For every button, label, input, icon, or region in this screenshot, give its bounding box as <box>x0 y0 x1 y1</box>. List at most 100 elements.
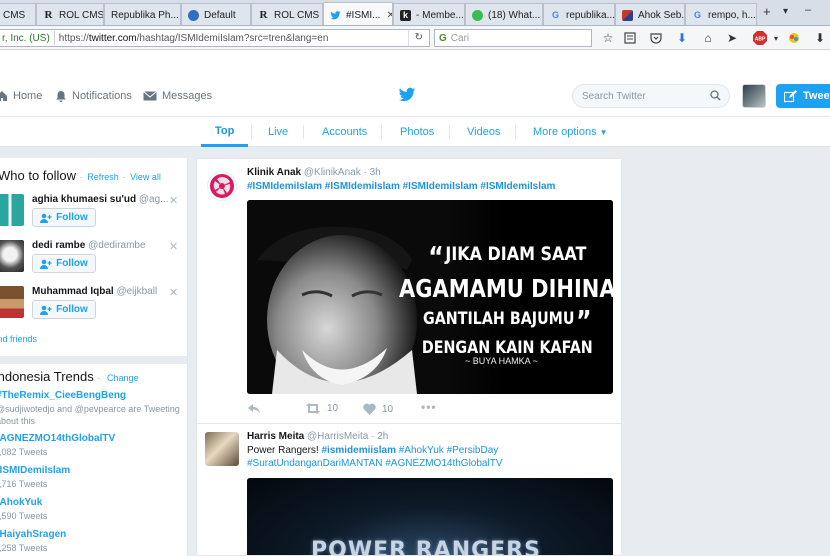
tab-more-options[interactable]: More options ▼ <box>533 117 608 147</box>
browser-search-input[interactable]: G Cari <box>434 29 592 47</box>
new-tab-icon[interactable]: + <box>763 4 771 19</box>
avatar[interactable] <box>0 194 24 226</box>
browser-tab[interactable]: Ahok Seb... <box>615 3 685 25</box>
profile-avatar[interactable] <box>742 84 766 108</box>
hashtag-link[interactable]: #AhokYuk <box>399 445 444 456</box>
reading-list-icon[interactable] <box>622 30 638 46</box>
avatar[interactable] <box>0 240 24 272</box>
who-to-follow-header: Who to follow · Refresh · View all <box>0 168 161 183</box>
overflow-download-icon[interactable]: ⬇ <box>812 30 828 46</box>
suggested-user-name[interactable]: aghia khumaesi su'ud @ag... <box>32 194 168 205</box>
url-bar[interactable]: r, Inc. (US) https://twitter.com/hashtag… <box>0 29 430 47</box>
home-icon[interactable]: ⌂ <box>700 30 716 46</box>
tweet-image[interactable]: POWER RANGERS <box>247 478 613 555</box>
trend-name[interactable]: #ISMIDemiIslam <box>0 465 70 476</box>
tab-videos[interactable]: Videos <box>467 117 500 147</box>
download-icon[interactable]: ⬇ <box>674 30 690 46</box>
bookmark-star-icon[interactable]: ☆ <box>600 30 616 46</box>
trend-name[interactable]: #HaiyahSragen <box>0 529 66 540</box>
browser-tab[interactable]: R ROL CMS <box>36 3 104 25</box>
search-icon[interactable] <box>710 90 721 104</box>
quote-author: ~ BUYA HAMKA ~ <box>465 356 538 366</box>
nav-notifications[interactable]: Notifications <box>55 77 132 115</box>
tweet-timestamp[interactable]: 3h <box>370 167 381 178</box>
reply-button[interactable] <box>247 403 267 414</box>
browser-tab[interactable]: CMS <box>0 3 36 25</box>
send-arrow-icon[interactable]: ➤ <box>724 30 740 46</box>
browser-tab-active[interactable]: #ISMI... ✕ <box>323 2 393 25</box>
trend-item[interactable]: #AGNEZMO14thGlobalTV 6,082 Tweets <box>0 433 115 458</box>
tweet[interactable]: Klinik Anak @KlinikAnak · 3h #ISMIdemiIs… <box>197 159 621 421</box>
add-user-icon <box>40 259 52 269</box>
avatar[interactable] <box>205 432 239 466</box>
avatar[interactable] <box>0 286 24 318</box>
retweet-button[interactable]: 10 <box>305 403 338 414</box>
extension-icon[interactable] <box>786 30 802 46</box>
hashtag-link[interactable]: #ISMIdemiIslam #ISMIdemiIslam #ISMIdemiI… <box>247 181 555 192</box>
browser-tab[interactable]: k - Membe... <box>393 3 465 25</box>
trend-item[interactable]: #ISMIDemiIslam 4,716 Tweets <box>0 465 70 490</box>
browser-tab[interactable]: R ROL CMS <box>251 3 323 25</box>
dismiss-icon[interactable]: ✕ <box>169 286 178 299</box>
trend-item[interactable]: #TheRemix_CieeBengBeng @sudjiwotedjo and… <box>0 390 182 427</box>
nav-messages[interactable]: Messages <box>143 77 212 115</box>
tweet-author-name[interactable]: Klinik Anak <box>247 167 301 178</box>
hashtag-link[interactable]: #PersibDay <box>447 445 499 456</box>
follow-button[interactable]: Follow <box>32 254 96 273</box>
hashtag-link[interactable]: #ismidemiislam <box>321 445 395 456</box>
reload-icon[interactable]: ↻ <box>407 30 429 46</box>
tab-photos[interactable]: Photos <box>400 117 434 147</box>
avatar[interactable] <box>207 171 237 201</box>
tweet-image[interactable]: “JIKA DIAM SAAT AGAMAMU DIHINA GANTILAH … <box>247 200 613 394</box>
follow-button[interactable]: Follow <box>32 208 96 227</box>
tab-live[interactable]: Live <box>268 117 288 147</box>
trend-item[interactable]: #HaiyahSragen 1,258 Tweets <box>0 529 66 554</box>
adblock-menu-icon[interactable]: ▾ <box>768 30 784 46</box>
trends-title: Indonesia Trends <box>0 369 94 384</box>
tweet-button[interactable]: Tweet <box>776 84 830 108</box>
browser-tab[interactable]: (18) What... <box>465 3 543 25</box>
hashtag-link[interactable]: #AGNEZMO14thGlobalTV <box>385 458 502 469</box>
change-trends-link[interactable]: Change <box>107 373 139 383</box>
view-all-link[interactable]: View all <box>130 172 161 182</box>
tweet[interactable]: Harris Meita @HarrisMeita · 2h Power Ran… <box>197 424 621 555</box>
browser-tab[interactable]: Default <box>181 3 251 25</box>
tweet-author-handle[interactable]: @KlinikAnak <box>304 167 361 178</box>
tab-accounts[interactable]: Accounts <box>322 117 367 147</box>
browser-tab[interactable]: Republika Ph... <box>104 3 181 25</box>
browser-tab-label: ROL CMS <box>274 9 320 21</box>
tab-list-icon[interactable]: ▾ <box>783 6 788 17</box>
tweet-author-handle[interactable]: @HarrisMeita <box>307 431 368 442</box>
dismiss-icon[interactable]: ✕ <box>169 240 178 253</box>
minimize-icon[interactable]: – <box>805 4 811 16</box>
trend-item[interactable]: #AhokYuk 2,590 Tweets <box>0 497 47 522</box>
tab-top[interactable]: Top <box>201 117 249 147</box>
tweet-author-name[interactable]: Harris Meita <box>247 431 304 442</box>
pocket-icon[interactable] <box>648 30 664 46</box>
twitter-search-input[interactable]: Search Twitter <box>572 84 730 108</box>
globe-icon <box>188 9 199 21</box>
image-quote: “JIKA DIAM SAAT AGAMAMU DIHINA GANTILAH … <box>399 240 613 358</box>
trend-name[interactable]: #AGNEZMO14thGlobalTV <box>0 433 115 444</box>
twitter-bird-icon[interactable] <box>398 87 416 106</box>
trend-name[interactable]: #AhokYuk <box>0 497 47 508</box>
like-button[interactable]: 10 <box>363 403 393 415</box>
adblock-icon[interactable]: ABP <box>752 30 768 46</box>
suggested-user-name[interactable]: Muhammad Iqbal @eijkball <box>32 286 157 297</box>
refresh-link[interactable]: Refresh <box>87 172 119 182</box>
dismiss-icon[interactable]: ✕ <box>169 194 178 207</box>
browser-tab[interactable]: G rempo, h... <box>685 3 757 25</box>
find-friends-link[interactable]: Find friends <box>0 334 37 344</box>
hashtag-link[interactable]: #SuratUndanganDariMANTAN <box>247 458 382 469</box>
tweet-header: Harris Meita @HarrisMeita · 2h <box>247 431 388 442</box>
more-actions-icon[interactable]: ••• <box>421 400 437 414</box>
trend-name[interactable]: #TheRemix_CieeBengBeng <box>0 390 182 401</box>
browser-tab[interactable]: G republika... <box>543 3 615 25</box>
twitter-bird-icon <box>330 10 341 21</box>
suggested-user-name[interactable]: dedi rambe @dedirambe <box>32 240 146 251</box>
follow-button[interactable]: Follow <box>32 300 96 319</box>
close-tab-icon[interactable]: ✕ <box>380 10 392 21</box>
rol-r-icon: R <box>44 9 53 21</box>
tweet-timestamp[interactable]: 2h <box>377 431 388 442</box>
nav-home[interactable]: Home <box>0 77 42 115</box>
